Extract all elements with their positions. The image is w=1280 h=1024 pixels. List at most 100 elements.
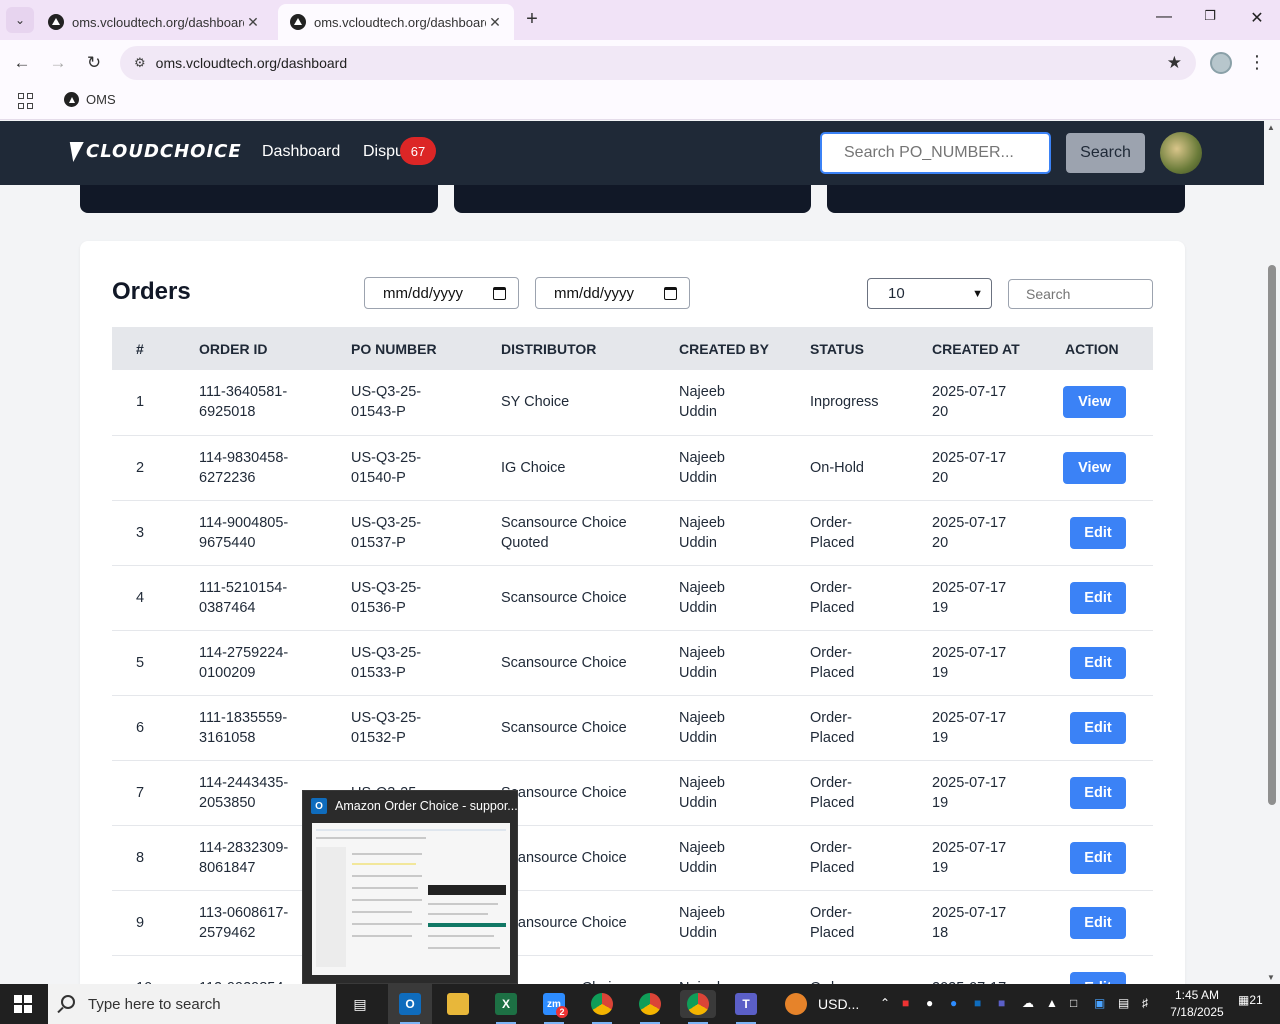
network-tray-icon[interactable]: ▲ xyxy=(1046,996,1058,1010)
created-by-cell: Najeeb Uddin xyxy=(679,435,810,500)
browser-toolbar: ← → ↻ ⚙ oms.vcloudtech.org/dashboard ★ ⋮ xyxy=(0,40,1280,86)
back-arrow-icon[interactable]: ← xyxy=(10,51,34,75)
header-search-button[interactable]: Search xyxy=(1066,133,1145,173)
tab-close-icon[interactable]: ✕ xyxy=(486,14,504,31)
po-number-cell: US-Q3-25- 01540-P xyxy=(351,435,501,500)
browser-tab-1[interactable]: oms.vcloudtech.org/dashboard ✕ xyxy=(36,4,272,40)
outlook-taskbar-icon[interactable]: O xyxy=(392,990,428,1024)
edit-button[interactable]: Edit xyxy=(1070,516,1126,549)
browser-menu-icon[interactable]: ⋮ xyxy=(1248,52,1266,73)
taskbar-search-box[interactable]: Type here to search xyxy=(48,984,336,1024)
taskbar-window-preview[interactable]: O Amazon Order Choice - suppor... xyxy=(302,790,518,984)
order-id-cell: 111-3640581- 6925018 xyxy=(199,370,351,435)
zoom-icon[interactable]: zm 2 xyxy=(536,990,572,1024)
new-tab-plus-icon[interactable]: + xyxy=(520,8,544,31)
scrollbar-thumb[interactable] xyxy=(1268,265,1276,805)
chrome-icon[interactable] xyxy=(584,990,620,1024)
address-bar[interactable]: ⚙ oms.vcloudtech.org/dashboard ★ xyxy=(120,46,1196,80)
cloudchoice-logo[interactable]: CLOUDCHOICE xyxy=(66,141,242,162)
order-id-cell: 114-9830458- 6272236 xyxy=(199,435,351,500)
edit-button[interactable]: Edit xyxy=(1070,581,1126,614)
view-button[interactable]: View xyxy=(1063,386,1126,419)
tab-close-icon[interactable]: ✕ xyxy=(244,14,262,31)
display-tray-icon[interactable]: ▣ xyxy=(1094,996,1105,1010)
window-close-icon[interactable]: ✕ xyxy=(1245,8,1269,28)
view-button[interactable]: View xyxy=(1063,451,1126,484)
created-at-cell-line: 19 xyxy=(932,859,949,876)
created-by-cell-line: Uddin xyxy=(679,729,717,746)
edit-button[interactable]: Edit xyxy=(1070,711,1126,744)
page-scrollbar[interactable]: ▲ ▼ xyxy=(1264,121,1280,984)
calendar-icon[interactable] xyxy=(493,286,506,300)
nav-disputes[interactable]: Dispu xyxy=(363,143,404,161)
taskbar-clock[interactable]: 1:45 AM 7/18/2025 xyxy=(1166,987,1228,1021)
edit-button[interactable]: Edit xyxy=(1070,971,1126,984)
vpn-tray-icon[interactable]: □ xyxy=(1070,996,1077,1010)
profile-avatar-icon[interactable] xyxy=(1210,52,1232,74)
edit-button[interactable]: Edit xyxy=(1070,646,1126,679)
created-at-cell-line: 20 xyxy=(932,469,949,486)
chrome-tray-icon[interactable]: ● xyxy=(926,996,933,1010)
excel-icon[interactable]: X xyxy=(488,990,524,1024)
table-row: 7114-2443435-2053850US-Q3-25-Scansource … xyxy=(112,760,1153,825)
orders-search-input[interactable] xyxy=(1008,279,1153,309)
date-from-input[interactable]: mm/dd/yyyy xyxy=(364,277,519,309)
task-view-icon[interactable]: ▤ xyxy=(342,990,378,1018)
zoom-tray-icon[interactable]: ● xyxy=(950,996,957,1010)
currency-widget-icon[interactable] xyxy=(778,990,814,1018)
search-icon xyxy=(61,995,75,1009)
scroll-down-icon[interactable]: ▼ xyxy=(1267,973,1275,982)
table-row: 5 114-2759224- 0100209 US-Q3-25- 01533-P Scan… xyxy=(112,630,1153,695)
edit-button[interactable]: Edit xyxy=(1070,776,1126,809)
forward-arrow-icon[interactable]: → xyxy=(46,51,70,75)
usd-widget-label[interactable]: USD... xyxy=(818,996,859,1012)
pdf-tray-icon[interactable]: ■ xyxy=(902,996,909,1010)
order-id-cell: 111-5210154- 0387464 xyxy=(199,565,351,630)
created-by-cell-line: Najeeb xyxy=(679,774,725,791)
file-explorer-icon[interactable] xyxy=(440,990,476,1018)
nav-dashboard[interactable]: Dashboard xyxy=(262,143,340,161)
windows-start-icon[interactable] xyxy=(14,995,32,1013)
oms-favicon-icon xyxy=(64,92,79,107)
scroll-up-icon[interactable]: ▲ xyxy=(1267,123,1275,132)
created-at-cell-line: 19 xyxy=(932,794,949,811)
bookmark-oms[interactable]: OMS xyxy=(64,92,116,107)
po-number-cell-line: US-Q3-25- xyxy=(351,579,422,596)
date-to-input[interactable]: mm/dd/yyyy xyxy=(535,277,690,309)
created-at-cell: 2025-07-17 19 xyxy=(932,565,1065,630)
minimize-icon[interactable]: — xyxy=(1152,8,1176,26)
outlook-tray-icon[interactable]: ■ xyxy=(974,996,981,1010)
created-by-cell: Najeeb Uddin xyxy=(679,565,810,630)
row-index: 6 xyxy=(136,719,145,736)
bookmark-star-icon[interactable]: ★ xyxy=(1167,53,1182,73)
edit-button[interactable]: Edit xyxy=(1070,906,1126,939)
status-cell-line: On-Hold xyxy=(810,459,864,476)
page-size-select[interactable]: 10 ▼ xyxy=(867,278,992,309)
apps-grid-icon[interactable] xyxy=(18,93,34,109)
tray-chevron-up-icon[interactable]: ⌃ xyxy=(880,996,890,1010)
created-at-cell-line: 20 xyxy=(932,534,949,551)
po-number-search-input[interactable] xyxy=(820,132,1051,174)
calendar-icon[interactable] xyxy=(664,286,677,300)
tab-search-chevron-icon[interactable]: ⌄ xyxy=(6,7,34,33)
wifi-icon[interactable]: ▤ xyxy=(1118,996,1129,1010)
reload-icon[interactable]: ↻ xyxy=(82,51,106,75)
onedrive-tray-icon[interactable]: ☁ xyxy=(1022,996,1034,1010)
teams-tray-icon[interactable]: ■ xyxy=(998,996,1005,1010)
user-avatar[interactable] xyxy=(1160,132,1202,174)
chrome-active-icon[interactable] xyxy=(680,990,716,1024)
action-cell: Edit xyxy=(1065,565,1153,630)
browser-tab-2[interactable]: oms.vcloudtech.org/dashboard ✕ xyxy=(278,4,514,40)
order-id-cell-line: 0100209 xyxy=(199,664,256,681)
status-cell: Order- Placed xyxy=(810,760,932,825)
status-cell-line: Placed xyxy=(810,794,855,811)
volume-icon[interactable]: ♯ xyxy=(1142,996,1148,1010)
teams-icon[interactable]: T xyxy=(728,990,764,1024)
restore-icon[interactable]: ❐ xyxy=(1198,8,1222,24)
site-settings-icon[interactable]: ⚙ xyxy=(134,55,146,71)
status-cell: Order- Placed xyxy=(810,500,932,565)
col-header-index: # xyxy=(136,340,144,357)
notification-center-icon[interactable]: ▦21 xyxy=(1238,993,1263,1007)
chrome-profile-2-icon[interactable] xyxy=(632,990,668,1024)
edit-button[interactable]: Edit xyxy=(1070,841,1126,874)
